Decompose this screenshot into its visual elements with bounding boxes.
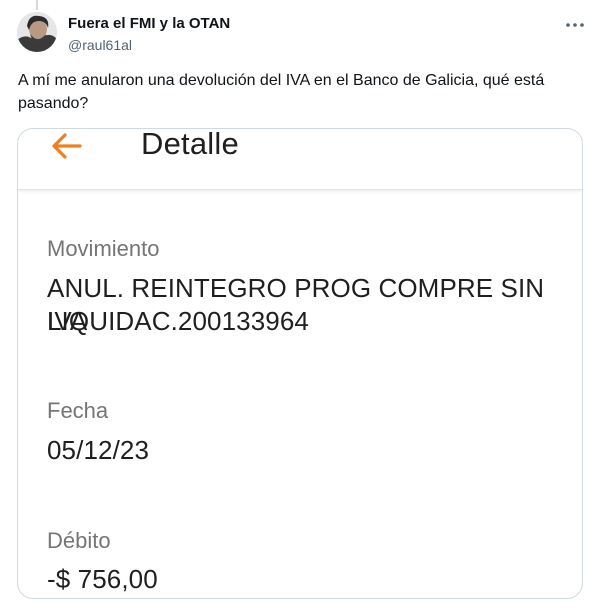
movimiento-value-line2: LIQUIDAC.200133964 <box>47 306 309 336</box>
tweet-card: Fuera el FMI y la OTAN @raul61al A mí me… <box>0 0 604 612</box>
debito-label: Débito <box>47 528 111 553</box>
back-button <box>51 131 83 161</box>
more-options-button[interactable] <box>564 16 586 34</box>
fecha-value: 05/12/23 <box>47 435 150 465</box>
avatar[interactable] <box>17 12 57 52</box>
page-title: Detalle <box>141 128 239 161</box>
arrow-left-icon <box>52 133 82 159</box>
avatar-image <box>17 12 57 52</box>
author-info: Fuera el FMI y la OTAN @raul61al <box>68 14 230 55</box>
tweet-text: A mí me anularon una devolución del IVA … <box>18 72 545 112</box>
more-horizontal-icon <box>566 23 584 27</box>
thread-connector-line <box>36 0 38 10</box>
app-header: Detalle <box>18 129 582 190</box>
author-display-name[interactable]: Fuera el FMI y la OTAN <box>68 14 230 34</box>
movimiento-label: Movimiento <box>47 236 160 261</box>
fecha-label: Fecha <box>47 398 109 423</box>
debito-value: -$ 756,00 <box>47 564 158 594</box>
attached-image[interactable]: Detalle Movimiento ANUL. REINTEGRO PROG … <box>17 128 583 599</box>
author-handle[interactable]: @raul61al <box>68 35 230 55</box>
